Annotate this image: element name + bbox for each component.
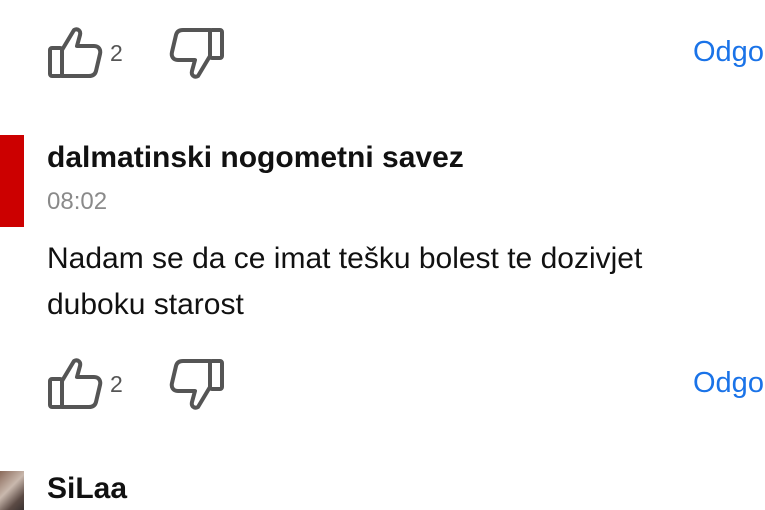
like-count: 2	[110, 371, 123, 397]
like-count: 2	[110, 40, 123, 66]
avatar[interactable]	[0, 135, 24, 227]
like-button[interactable]	[44, 24, 106, 84]
reply-link[interactable]: Odgo	[693, 36, 764, 69]
comment-item: SiLaa	[0, 466, 765, 510]
thumbs-up-icon	[48, 358, 103, 409]
avatar[interactable]	[0, 471, 24, 510]
comment-author[interactable]: SiLaa	[47, 472, 127, 506]
like-button[interactable]	[44, 355, 106, 415]
thumbs-down-icon	[169, 359, 224, 410]
dislike-button[interactable]	[166, 355, 228, 415]
comment-text-line: Nadam se da ce imat tešku bolest te dozi…	[47, 242, 643, 275]
comment-author[interactable]: dalmatinski nogometni savez	[47, 141, 464, 175]
comment-text-line: duboku starost	[47, 288, 244, 321]
dislike-button[interactable]	[166, 24, 228, 84]
comment-timestamp: 08:02	[47, 188, 108, 215]
comment-item: dalmatinski nogometni savez 08:02 Nadam …	[0, 135, 765, 335]
comment-actions: 2 Odgo	[0, 355, 765, 419]
reply-link[interactable]: Odgo	[693, 367, 764, 400]
thumbs-up-icon	[48, 27, 103, 78]
comments-screen: 2 Odgo dalmatinski nogometni savez 08:02…	[0, 0, 765, 510]
comment-actions: 2 Odgo	[0, 24, 765, 88]
thumbs-down-icon	[169, 28, 224, 79]
comment-text: Nadam se da ce imat tešku bolest te dozi…	[47, 236, 765, 328]
